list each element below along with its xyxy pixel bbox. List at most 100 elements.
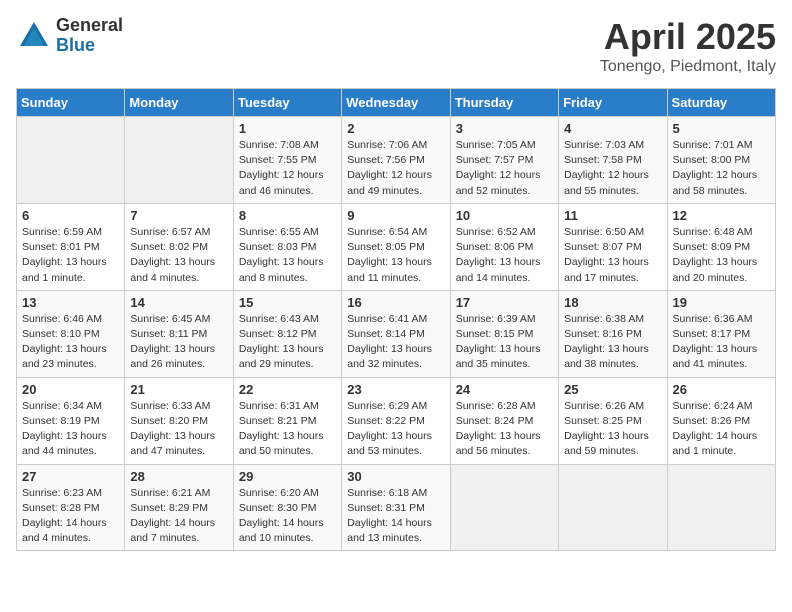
calendar-week-3: 13 Sunrise: 6:46 AM Sunset: 8:10 PM Dayli… [17, 290, 776, 377]
calendar-cell: 23 Sunrise: 6:29 AM Sunset: 8:22 PM Dayli… [342, 377, 450, 464]
day-info: Sunrise: 6:54 AM Sunset: 8:05 PM Dayligh… [347, 225, 444, 286]
day-info: Sunrise: 6:18 AM Sunset: 8:31 PM Dayligh… [347, 486, 444, 547]
calendar-cell: 21 Sunrise: 6:33 AM Sunset: 8:20 PM Dayli… [125, 377, 233, 464]
logo-icon [16, 18, 52, 54]
day-info: Sunrise: 6:36 AM Sunset: 8:17 PM Dayligh… [673, 312, 770, 373]
calendar-cell: 20 Sunrise: 6:34 AM Sunset: 8:19 PM Dayli… [17, 377, 125, 464]
calendar-cell: 10 Sunrise: 6:52 AM Sunset: 8:06 PM Dayli… [450, 203, 558, 290]
calendar-cell [667, 464, 775, 551]
day-number: 6 [22, 208, 119, 223]
calendar-week-2: 6Sunrise: 6:59 AM Sunset: 8:01 PM Daylig… [17, 203, 776, 290]
day-number: 30 [347, 469, 444, 484]
day-info: Sunrise: 6:34 AM Sunset: 8:19 PM Dayligh… [22, 399, 119, 460]
day-header-sunday: Sunday [17, 89, 125, 117]
day-number: 8 [239, 208, 336, 223]
day-info: Sunrise: 6:23 AM Sunset: 8:28 PM Dayligh… [22, 486, 119, 547]
day-number: 12 [673, 208, 770, 223]
calendar-cell: 24 Sunrise: 6:28 AM Sunset: 8:24 PM Dayli… [450, 377, 558, 464]
day-info: Sunrise: 7:01 AM Sunset: 8:00 PM Dayligh… [673, 138, 770, 199]
day-info: Sunrise: 6:41 AM Sunset: 8:14 PM Dayligh… [347, 312, 444, 373]
calendar-cell [125, 117, 233, 204]
day-info: Sunrise: 6:28 AM Sunset: 8:24 PM Dayligh… [456, 399, 553, 460]
calendar-cell: 2Sunrise: 7:06 AM Sunset: 7:56 PM Daylig… [342, 117, 450, 204]
day-info: Sunrise: 6:52 AM Sunset: 8:06 PM Dayligh… [456, 225, 553, 286]
calendar-cell [559, 464, 667, 551]
day-info: Sunrise: 6:20 AM Sunset: 8:30 PM Dayligh… [239, 486, 336, 547]
day-number: 11 [564, 208, 661, 223]
location: Tonengo, Piedmont, Italy [600, 58, 776, 76]
day-number: 7 [130, 208, 227, 223]
calendar-cell: 11 Sunrise: 6:50 AM Sunset: 8:07 PM Dayli… [559, 203, 667, 290]
calendar-cell: 18 Sunrise: 6:38 AM Sunset: 8:16 PM Dayli… [559, 290, 667, 377]
day-info: Sunrise: 6:38 AM Sunset: 8:16 PM Dayligh… [564, 312, 661, 373]
calendar-cell: 15Sunrise: 6:43 AM Sunset: 8:12 PM Dayli… [233, 290, 341, 377]
day-number: 20 [22, 382, 119, 397]
day-number: 21 [130, 382, 227, 397]
day-info: Sunrise: 6:46 AM Sunset: 8:10 PM Dayligh… [22, 312, 119, 373]
page-header: General Blue April 2025 Tonengo, Piedmon… [16, 16, 776, 76]
day-info: Sunrise: 6:21 AM Sunset: 8:29 PM Dayligh… [130, 486, 227, 547]
day-info: Sunrise: 6:39 AM Sunset: 8:15 PM Dayligh… [456, 312, 553, 373]
calendar-cell: 4 Sunrise: 7:03 AM Sunset: 7:58 PM Daylig… [559, 117, 667, 204]
calendar-cell: 30 Sunrise: 6:18 AM Sunset: 8:31 PM Dayli… [342, 464, 450, 551]
calendar-cell: 8 Sunrise: 6:55 AM Sunset: 8:03 PM Daylig… [233, 203, 341, 290]
day-header-tuesday: Tuesday [233, 89, 341, 117]
day-number: 17 [456, 295, 553, 310]
calendar-cell: 3 Sunrise: 7:05 AM Sunset: 7:57 PM Daylig… [450, 117, 558, 204]
day-info: Sunrise: 7:03 AM Sunset: 7:58 PM Dayligh… [564, 138, 661, 199]
day-number: 23 [347, 382, 444, 397]
day-info: Sunrise: 6:55 AM Sunset: 8:03 PM Dayligh… [239, 225, 336, 286]
calendar-cell: 19 Sunrise: 6:36 AM Sunset: 8:17 PM Dayli… [667, 290, 775, 377]
day-number: 29 [239, 469, 336, 484]
day-number: 4 [564, 121, 661, 136]
day-number: 15 [239, 295, 336, 310]
day-header-monday: Monday [125, 89, 233, 117]
day-number: 26 [673, 382, 770, 397]
day-info: Sunrise: 6:31 AM Sunset: 8:21 PM Dayligh… [239, 399, 336, 460]
day-info: Sunrise: 6:57 AM Sunset: 8:02 PM Dayligh… [130, 225, 227, 286]
calendar-week-1: 1Sunrise: 7:08 AM Sunset: 7:55 PM Daylig… [17, 117, 776, 204]
day-header-saturday: Saturday [667, 89, 775, 117]
calendar-week-4: 20 Sunrise: 6:34 AM Sunset: 8:19 PM Dayli… [17, 377, 776, 464]
day-info: Sunrise: 6:33 AM Sunset: 8:20 PM Dayligh… [130, 399, 227, 460]
calendar-cell: 6Sunrise: 6:59 AM Sunset: 8:01 PM Daylig… [17, 203, 125, 290]
calendar-cell: 7 Sunrise: 6:57 AM Sunset: 8:02 PM Daylig… [125, 203, 233, 290]
day-number: 14 [130, 295, 227, 310]
calendar-cell: 22Sunrise: 6:31 AM Sunset: 8:21 PM Dayli… [233, 377, 341, 464]
day-info: Sunrise: 6:48 AM Sunset: 8:09 PM Dayligh… [673, 225, 770, 286]
logo: General Blue [16, 16, 123, 56]
day-number: 2 [347, 121, 444, 136]
day-number: 18 [564, 295, 661, 310]
calendar-cell: 27 Sunrise: 6:23 AM Sunset: 8:28 PM Dayli… [17, 464, 125, 551]
day-number: 1 [239, 121, 336, 136]
month-title: April 2025 [600, 16, 776, 58]
day-info: Sunrise: 6:50 AM Sunset: 8:07 PM Dayligh… [564, 225, 661, 286]
calendar-cell: 9Sunrise: 6:54 AM Sunset: 8:05 PM Daylig… [342, 203, 450, 290]
calendar-header-row: SundayMondayTuesdayWednesdayThursdayFrid… [17, 89, 776, 117]
calendar-cell: 16 Sunrise: 6:41 AM Sunset: 8:14 PM Dayli… [342, 290, 450, 377]
calendar-cell: 28 Sunrise: 6:21 AM Sunset: 8:29 PM Dayli… [125, 464, 233, 551]
day-info: Sunrise: 6:29 AM Sunset: 8:22 PM Dayligh… [347, 399, 444, 460]
calendar-cell [17, 117, 125, 204]
day-number: 24 [456, 382, 553, 397]
day-number: 5 [673, 121, 770, 136]
day-number: 10 [456, 208, 553, 223]
day-number: 16 [347, 295, 444, 310]
calendar-cell: 12 Sunrise: 6:48 AM Sunset: 8:09 PM Dayli… [667, 203, 775, 290]
day-number: 3 [456, 121, 553, 136]
day-number: 28 [130, 469, 227, 484]
day-number: 13 [22, 295, 119, 310]
day-number: 19 [673, 295, 770, 310]
day-info: Sunrise: 7:05 AM Sunset: 7:57 PM Dayligh… [456, 138, 553, 199]
calendar-cell [450, 464, 558, 551]
title-block: April 2025 Tonengo, Piedmont, Italy [600, 16, 776, 76]
day-header-wednesday: Wednesday [342, 89, 450, 117]
day-number: 27 [22, 469, 119, 484]
day-header-thursday: Thursday [450, 89, 558, 117]
calendar-cell: 13 Sunrise: 6:46 AM Sunset: 8:10 PM Dayli… [17, 290, 125, 377]
day-info: Sunrise: 6:26 AM Sunset: 8:25 PM Dayligh… [564, 399, 661, 460]
logo-blue: Blue [56, 36, 123, 56]
calendar-cell: 17 Sunrise: 6:39 AM Sunset: 8:15 PM Dayli… [450, 290, 558, 377]
calendar-cell: 5 Sunrise: 7:01 AM Sunset: 8:00 PM Daylig… [667, 117, 775, 204]
logo-general: General [56, 16, 123, 36]
